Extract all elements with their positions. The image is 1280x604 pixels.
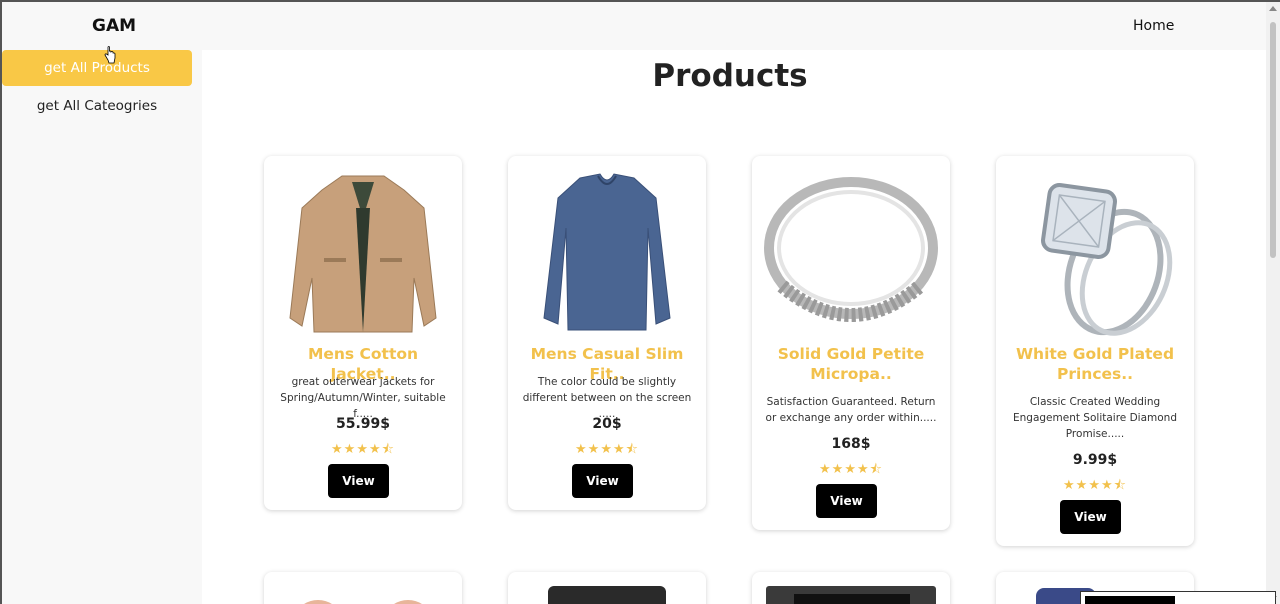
scroll-up-icon[interactable]	[1269, 6, 1277, 11]
rating-stars-icon: ★★★★⯪	[1063, 478, 1127, 493]
product-card: White Gold Plated Princes.. Classic Crea…	[996, 156, 1194, 546]
rating-stars-icon: ★★★★⯪	[819, 462, 883, 477]
scroll-thumb[interactable]	[1270, 22, 1276, 258]
overlay-popup	[1080, 591, 1276, 604]
view-button[interactable]: View	[816, 484, 877, 518]
product-card: Mens Casual Slim Fit.. The color could b…	[508, 156, 706, 510]
product-image	[766, 586, 936, 604]
product-card	[508, 572, 706, 604]
product-card	[264, 572, 462, 604]
top-navbar: GAM Home	[2, 2, 1266, 50]
vertical-scrollbar[interactable]	[1266, 2, 1280, 604]
product-card	[752, 572, 950, 604]
nav-home-link[interactable]: Home	[1133, 18, 1174, 34]
page-title: Products	[652, 58, 808, 94]
brand-logo[interactable]: GAM	[92, 16, 136, 36]
product-price: 9.99$	[1072, 452, 1118, 468]
sidebar: get All Products get All Cateogries	[2, 50, 202, 604]
silver-ring-image	[764, 177, 938, 322]
view-button[interactable]: View	[572, 464, 633, 498]
product-price: 168$	[831, 436, 871, 452]
product-price: 55.99$	[335, 416, 391, 432]
rating-stars-icon: ★★★★⯪	[331, 442, 395, 457]
popup-bar	[1085, 596, 1175, 604]
hand-cursor-icon	[104, 46, 116, 64]
product-image	[548, 586, 666, 604]
product-description: Classic Created Wedding Engagement Solit…	[1013, 396, 1177, 440]
product-price: 20$	[592, 416, 622, 432]
product-card: Mens Cotton Jacket.. great outerwear jac…	[264, 156, 462, 510]
product-title[interactable]: White Gold Plated Princes..	[1006, 344, 1184, 384]
product-description: Satisfaction Guaranteed. Return or excha…	[765, 396, 937, 424]
product-description: great outerwear jackets for Spring/Autum…	[280, 376, 446, 420]
product-card: Solid Gold Petite Micropa.. Satisfaction…	[752, 156, 950, 530]
long-sleeve-shirt-image	[543, 173, 671, 331]
main-content: Products Mens Cotton Jacket.. great oute…	[202, 50, 1266, 604]
jacket-image	[289, 175, 437, 333]
product-image	[304, 600, 422, 604]
view-button[interactable]: View	[328, 464, 389, 498]
rating-stars-icon: ★★★★⯪	[575, 442, 639, 457]
product-title[interactable]: Solid Gold Petite Micropa..	[762, 344, 940, 384]
sidebar-item-all-products[interactable]: get All Products	[2, 50, 192, 86]
view-button[interactable]: View	[1060, 500, 1121, 534]
diamond-ring-image	[1041, 183, 1173, 336]
sidebar-item-all-categories[interactable]: get All Cateogries	[2, 88, 192, 124]
product-description: The color could be slightly different be…	[522, 376, 692, 420]
